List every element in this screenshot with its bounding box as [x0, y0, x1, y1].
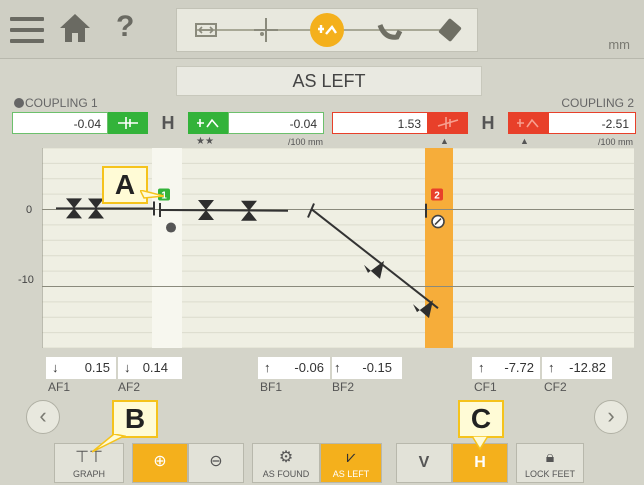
graph-button-label: GRAPH [72, 469, 105, 479]
coupling2-h-letter: H [474, 112, 502, 134]
help-icon[interactable]: ? [116, 10, 134, 44]
home-icon[interactable] [58, 12, 92, 44]
results-icon[interactable] [310, 13, 344, 47]
label-cf1: CF1 [474, 380, 497, 394]
coupling2-badge-label: 2 [434, 191, 440, 202]
coupling2-unit: /100 mm [598, 137, 634, 147]
arrow-up-icon: ↑ [334, 360, 341, 375]
arrow-up-icon: ↑ [548, 360, 555, 375]
as-left-button[interactable]: ⩗ AS LEFT [320, 443, 382, 483]
lock-feet-button[interactable]: 🔒︎ LOCK FEET [516, 443, 584, 483]
workflow-stepper [176, 8, 478, 52]
label-cf2: CF2 [544, 380, 567, 394]
readout-bf1-value: -0.06 [294, 360, 324, 375]
readout-bf2: ↑ -0.15 [332, 357, 402, 379]
dimensions-icon[interactable] [189, 13, 223, 47]
arrow-down-icon: ↓ [124, 360, 131, 375]
coupling1-h-letter: H [154, 112, 182, 134]
as-found-label: AS FOUND [262, 469, 310, 479]
coupling1-label: COUPLING 1 [25, 96, 98, 110]
coupling2-vertical-symbol [428, 112, 468, 134]
readout-cf2-value: -12.82 [569, 360, 606, 375]
coupling1-vertical-symbol [108, 112, 148, 134]
arrow-down-icon: ↓ [52, 360, 59, 375]
readout-cf1-value: -7.72 [504, 360, 534, 375]
readout-bf2-value: -0.15 [362, 360, 392, 375]
label-bf1: BF1 [260, 380, 283, 394]
y-tick-minus10: -10 [18, 274, 34, 286]
as-left-label: AS LEFT [332, 469, 370, 479]
arrow-up-icon: ↑ [264, 360, 271, 375]
measure-icon[interactable] [249, 13, 283, 47]
lock-icon: 🔒︎ [545, 449, 555, 466]
readout-cf2: ↑ -12.82 [542, 357, 612, 379]
coupling2-column [425, 148, 453, 348]
callout-c-pointer [471, 436, 489, 450]
callout-b: B [112, 400, 158, 438]
coupling1-horizontal-value: -0.04 [228, 112, 324, 134]
label-af2: AF2 [118, 380, 141, 394]
coupling1-vertical-value: -0.04 [12, 112, 108, 134]
segment-machine-2 [159, 209, 289, 212]
readout-af2: ↓ 0.14 [118, 357, 182, 379]
as-found-icon: ⚙ [278, 449, 294, 466]
coupling1-column [152, 148, 182, 348]
lock-feet-label: LOCK FEET [524, 469, 575, 479]
warning-icon: ▲ [440, 136, 449, 146]
as-left-icon: ⩗ [346, 449, 356, 466]
zoom-out-button[interactable]: ⊖ [188, 443, 244, 483]
coupling-icon [14, 98, 24, 108]
y-tick-0: 0 [26, 204, 33, 216]
readout-cf1: ↑ -7.72 [472, 357, 540, 379]
zoom-in-button[interactable]: ⊕ [132, 443, 188, 483]
readout-af1-value: 0.15 [84, 360, 110, 375]
arrow-up-icon: ↑ [478, 360, 485, 375]
shim-icon[interactable] [373, 13, 407, 47]
coupling2-horizontal-value: -2.51 [548, 112, 636, 134]
readout-af1: ↓ 0.15 [46, 357, 116, 379]
zoom-out-icon: ⊖ [209, 453, 223, 470]
page-title: AS LEFT [176, 66, 482, 96]
coupling2-horizontal-symbol [508, 112, 548, 134]
zoom-in-icon: ⊕ [153, 453, 167, 470]
readout-af2-value: 0.14 [142, 360, 168, 375]
menu-icon[interactable] [10, 17, 44, 43]
callout-c: C [458, 400, 504, 438]
callout-b-pointer [92, 434, 126, 453]
unit-label: mm [608, 37, 630, 52]
warning-icon: ▲ [520, 136, 529, 146]
coupling1-icon [166, 222, 176, 233]
coupling1-title: COUPLING 1 [14, 96, 98, 110]
next-button[interactable]: › [594, 400, 628, 434]
as-found-button[interactable]: ⚙ AS FOUND [252, 443, 320, 483]
coupling2-vertical-value: 1.53 [332, 112, 428, 134]
callout-a-pointer [140, 190, 164, 199]
quality-stars: ★★ [196, 136, 214, 147]
coupling1-horizontal-symbol [188, 112, 228, 134]
coupling2-title: COUPLING 2 [561, 96, 634, 110]
label-af1: AF1 [48, 380, 71, 394]
previous-button[interactable]: ‹ [26, 400, 60, 434]
coupling1-unit: /100 mm [288, 137, 324, 147]
readout-bf1: ↑ -0.06 [258, 357, 330, 379]
vertical-view-button[interactable]: V [396, 443, 452, 483]
report-icon[interactable] [433, 13, 467, 47]
label-bf2: BF2 [332, 380, 355, 394]
top-bar: ? mm [0, 0, 644, 59]
